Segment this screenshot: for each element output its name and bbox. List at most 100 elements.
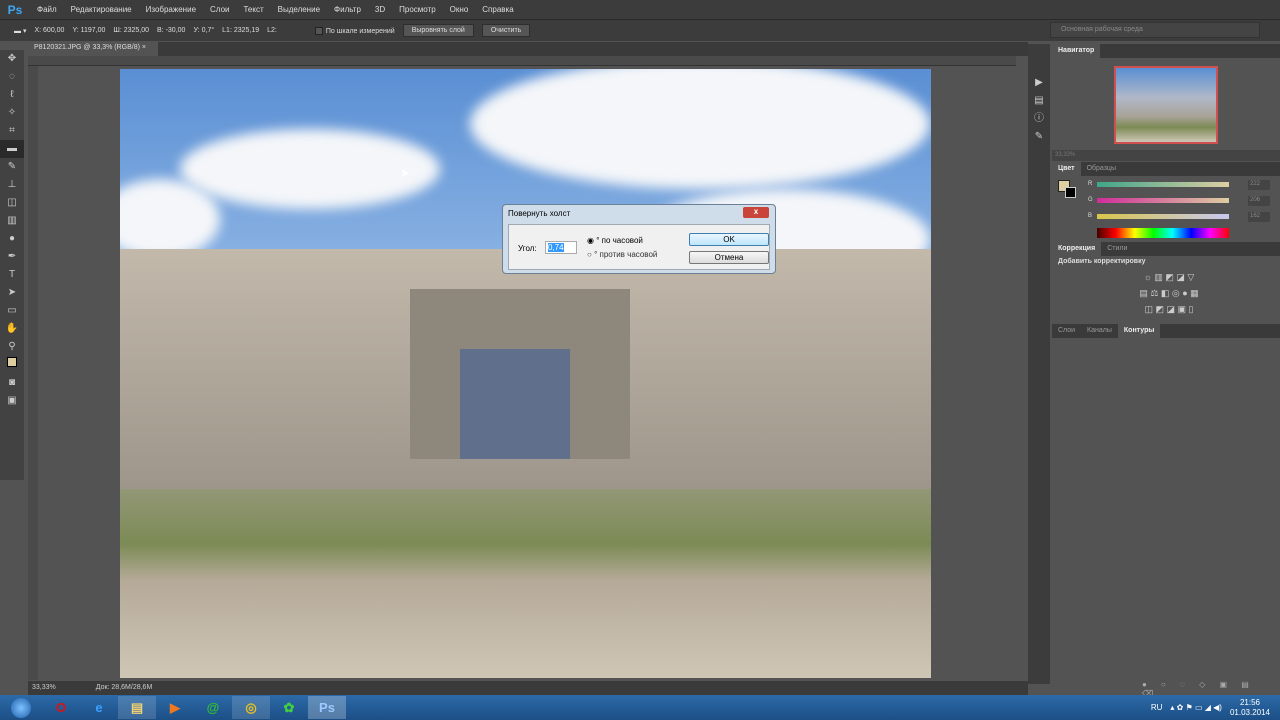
screen-mode-icon[interactable]: ▣ xyxy=(0,392,24,410)
tab-color[interactable]: Цвет xyxy=(1052,162,1081,176)
dialog-close-button[interactable]: x xyxy=(743,207,769,218)
move-tool-icon[interactable]: ✥ xyxy=(0,50,24,68)
image-canvas[interactable] xyxy=(120,69,931,678)
dodge-tool-icon[interactable]: ● xyxy=(0,230,24,248)
path-select-icon[interactable]: ➤ xyxy=(0,284,24,302)
tab-styles[interactable]: Стили xyxy=(1101,242,1133,256)
history-icon[interactable]: ▤ xyxy=(1028,92,1050,110)
counterclockwise-radio[interactable]: ○ ° против часовой xyxy=(587,250,657,259)
eraser-tool-icon[interactable]: ◫ xyxy=(0,194,24,212)
crop-tool-icon[interactable]: ⌗ xyxy=(0,122,24,140)
menu-window[interactable]: Окно xyxy=(443,5,476,14)
menu-edit[interactable]: Редактирование xyxy=(64,5,139,14)
menu-filter[interactable]: Фильтр xyxy=(327,5,368,14)
menu-text[interactable]: Текст xyxy=(236,5,270,14)
document-tab[interactable]: P8120321.JPG @ 33,3% (RGB/8) × xyxy=(28,42,158,56)
tray-icons[interactable]: ▴ ✿ ⚑ ▭ ◢ ◀) xyxy=(1170,703,1222,712)
menu-view[interactable]: Просмотр xyxy=(392,5,443,14)
tab-paths[interactable]: Контуры xyxy=(1117,324,1161,338)
media-player-icon[interactable]: ▶ xyxy=(156,696,194,719)
straighten-button[interactable]: Выровнять слой xyxy=(402,24,474,37)
dialog-title: Повернуть холст xyxy=(508,209,571,218)
background-color[interactable] xyxy=(1065,187,1076,198)
clock[interactable]: 21:56 01.03.2014 xyxy=(1230,698,1270,718)
use-scale-label: По шкале измерений xyxy=(325,27,395,35)
info-icon[interactable]: ⓘ xyxy=(1028,110,1050,128)
brush-presets-icon[interactable]: ✎ xyxy=(1028,128,1050,146)
pen-tool-icon[interactable]: ✒ xyxy=(0,248,24,266)
tab-adjustments[interactable]: Коррекция xyxy=(1052,242,1102,256)
magic-wand-icon[interactable]: ✧ xyxy=(0,104,24,122)
b-slider[interactable] xyxy=(1097,214,1229,219)
menu-select[interactable]: Выделение xyxy=(271,5,327,14)
angle-label: Угол: xyxy=(518,244,537,253)
tab-swatches[interactable]: Образцы xyxy=(1081,162,1122,176)
language-indicator[interactable]: RU xyxy=(1151,703,1163,712)
color-swatches-icon[interactable] xyxy=(0,356,24,374)
gradient-tool-icon[interactable]: ▥ xyxy=(0,212,24,230)
navigator-thumbnail[interactable] xyxy=(1114,66,1218,144)
adjustments-heading: Добавить корректировку xyxy=(1058,258,1146,265)
quick-mask-icon[interactable]: ◙ xyxy=(0,374,24,392)
x-value: X: 600,00 xyxy=(34,27,65,34)
ruler-tool-icon[interactable]: ▬ ▾ xyxy=(14,27,26,35)
lasso-tool-icon[interactable]: ℓ xyxy=(0,86,24,104)
angle-value: У: 0,7° xyxy=(193,27,215,34)
menu-image[interactable]: Изображение xyxy=(139,5,203,14)
zoom-tool-icon[interactable]: ⚲ xyxy=(0,338,24,356)
tab-navigator[interactable]: Навигатор xyxy=(1052,44,1101,58)
menu-help[interactable]: Справка xyxy=(475,5,520,14)
tools-panel: ✥ ◌ ℓ ✧ ⌗ ▬ ✎ ⊥ ◫ ▥ ● ✒ T ➤ ▭ ✋ ⚲ ◙ ▣ xyxy=(0,50,24,480)
workspace-select[interactable]: Основная рабочая среда xyxy=(1050,22,1260,38)
ie-icon[interactable]: e xyxy=(80,696,118,719)
menu-3d[interactable]: 3D xyxy=(368,5,392,14)
g-value[interactable]: 206 xyxy=(1248,196,1270,206)
stamp-tool-icon[interactable]: ⊥ xyxy=(0,176,24,194)
photoshop-logo: Ps xyxy=(7,2,23,17)
date: 01.03.2014 xyxy=(1229,707,1270,717)
qip-icon[interactable]: @ xyxy=(194,696,232,719)
angle-input[interactable]: 0,74 xyxy=(545,241,577,254)
r-value[interactable]: 222 xyxy=(1248,180,1270,190)
adjustment-icons[interactable]: ☼ ▥ ◩ ◪ ▽ ▤ ⚖ ◧ ◎ ● ▦ ◫ ◩ ◪ ▣ ▯ xyxy=(1124,269,1214,317)
menu-file[interactable]: Файл xyxy=(30,5,64,14)
r-slider[interactable] xyxy=(1097,182,1229,187)
height-value: В: -30,00 xyxy=(157,27,186,34)
icq-icon[interactable]: ✿ xyxy=(270,696,308,719)
opera-icon[interactable]: O xyxy=(42,696,80,719)
ruler-tool-icon[interactable]: ▬ xyxy=(0,140,24,158)
type-tool-icon[interactable]: T xyxy=(0,266,24,284)
menu-layers[interactable]: Слои xyxy=(203,5,236,14)
b-value[interactable]: 162 xyxy=(1248,212,1270,222)
explorer-icon[interactable]: ▤ xyxy=(118,696,156,719)
clear-button[interactable]: Очистить xyxy=(481,24,531,37)
play-icon[interactable]: ▶ xyxy=(1028,74,1050,92)
start-button[interactable] xyxy=(0,696,42,719)
navigator-zoom-slider[interactable]: 33,33% xyxy=(1052,150,1280,161)
chrome-icon[interactable]: ◎ xyxy=(232,696,270,719)
time: 21:56 xyxy=(1239,697,1260,707)
g-slider[interactable] xyxy=(1097,198,1229,203)
status-bar: 33,33% Док: 28,6M/28,6M xyxy=(28,681,1028,695)
clockwise-radio[interactable]: ◉ ° по часовой xyxy=(587,236,643,245)
tab-channels[interactable]: Каналы xyxy=(1081,324,1118,338)
layers-header: Слои Каналы Контуры xyxy=(1052,324,1280,338)
ok-button[interactable]: OK xyxy=(689,233,769,246)
document-size[interactable]: Док: 28,6M/28,6M xyxy=(96,684,153,692)
navigator-header: Навигатор xyxy=(1052,44,1280,58)
document-tabs xyxy=(28,42,1028,56)
zoom-level[interactable]: 33,33% xyxy=(32,684,56,692)
marquee-tool-icon[interactable]: ◌ xyxy=(0,68,24,86)
shape-tool-icon[interactable]: ▭ xyxy=(0,302,24,320)
close-icon[interactable]: × xyxy=(142,44,146,51)
color-spectrum[interactable] xyxy=(1097,228,1229,238)
brush-tool-icon[interactable]: ✎ xyxy=(0,158,24,176)
panel-dock: ▶ ▤ ⓘ ✎ xyxy=(1028,44,1050,684)
use-scale-checkbox[interactable]: По шкале измерений xyxy=(314,26,395,35)
hand-tool-icon[interactable]: ✋ xyxy=(0,320,24,338)
photoshop-taskbar-icon[interactable]: Ps xyxy=(308,696,346,719)
rotate-canvas-dialog: Повернуть холст x Угол: 0,74 ◉ ° по часо… xyxy=(502,204,776,274)
tab-layers[interactable]: Слои xyxy=(1052,324,1081,338)
cancel-button[interactable]: Отмена xyxy=(689,251,769,264)
document-tab-title: P8120321.JPG @ 33,3% (RGB/8) xyxy=(34,44,140,51)
